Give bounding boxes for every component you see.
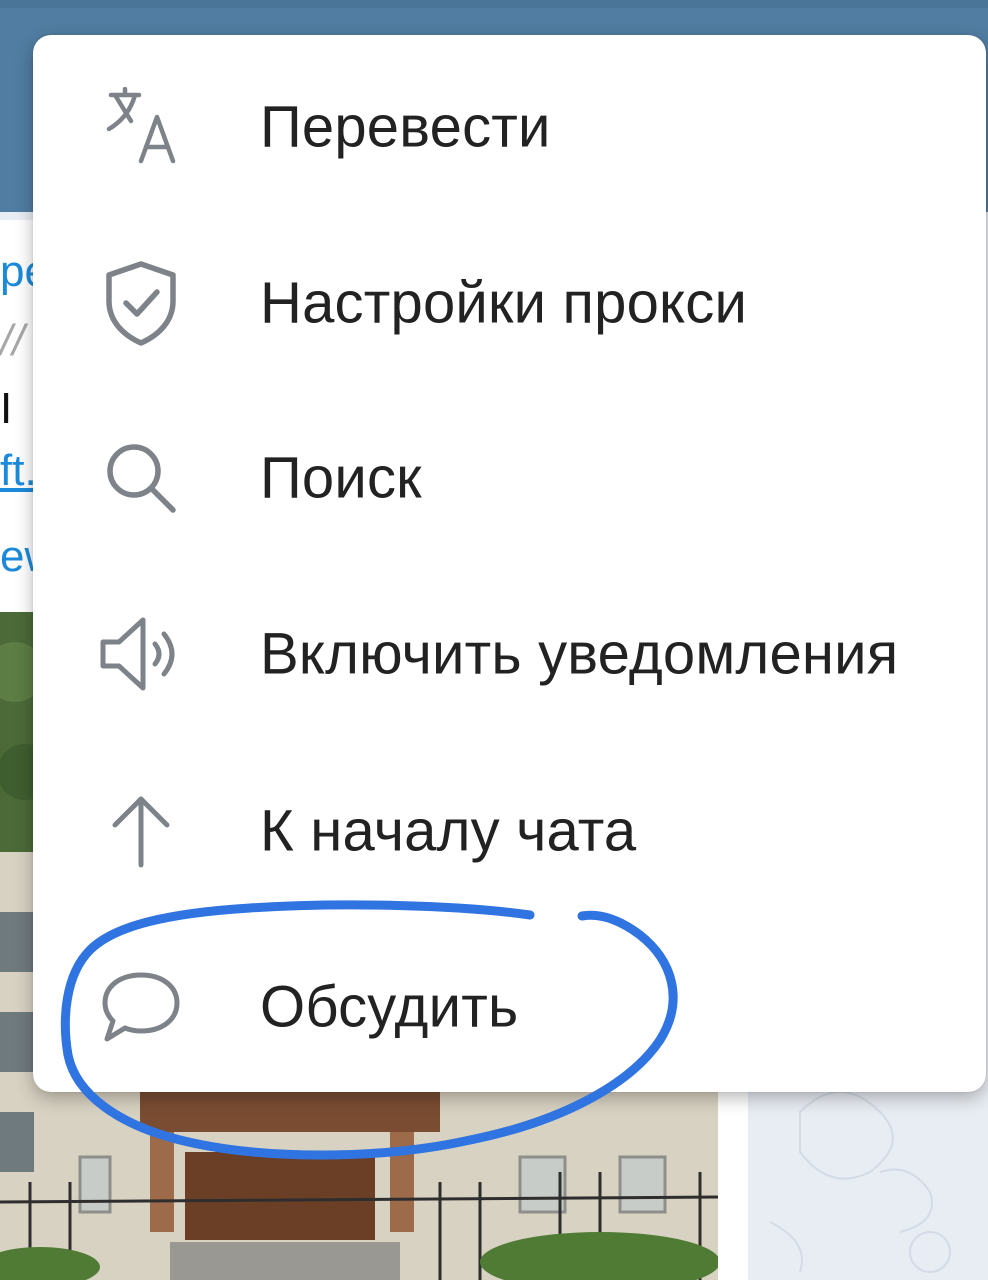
message-text-fragment: І <box>0 384 13 433</box>
menu-item-label: Включить уведомления <box>260 621 899 687</box>
shield-check-icon <box>97 259 185 347</box>
menu-item-translate[interactable]: Перевести <box>33 39 986 215</box>
menu-item-label: К началу чата <box>260 798 637 864</box>
status-bar <box>0 0 988 8</box>
menu-item-discuss[interactable]: Обсудить <box>33 919 986 1095</box>
search-icon <box>97 434 185 522</box>
translate-icon <box>97 83 185 171</box>
menu-item-proxy-settings[interactable]: Настройки прокси <box>33 215 986 391</box>
message-text-fragment: ре <box>0 247 34 296</box>
message-text-fragment: // <box>0 316 25 365</box>
menu-item-scroll-to-top[interactable]: К началу чата <box>33 743 986 919</box>
menu-item-enable-notifications[interactable]: Включить уведомления <box>33 566 986 742</box>
speaker-icon <box>97 610 185 698</box>
chat-options-menu: Перевести Настройки прокси Поиск Включит… <box>33 35 986 1092</box>
message-link-fragment[interactable]: ew <box>0 532 34 582</box>
menu-item-label: Перевести <box>260 94 551 160</box>
menu-item-search[interactable]: Поиск <box>33 390 986 566</box>
menu-item-label: Настройки прокси <box>260 270 748 336</box>
menu-item-label: Обсудить <box>260 974 519 1040</box>
message-link-fragment[interactable]: ft. <box>0 446 34 496</box>
menu-item-label: Поиск <box>260 445 422 511</box>
chat-bubble-icon <box>97 963 185 1051</box>
arrow-up-icon <box>97 787 185 875</box>
